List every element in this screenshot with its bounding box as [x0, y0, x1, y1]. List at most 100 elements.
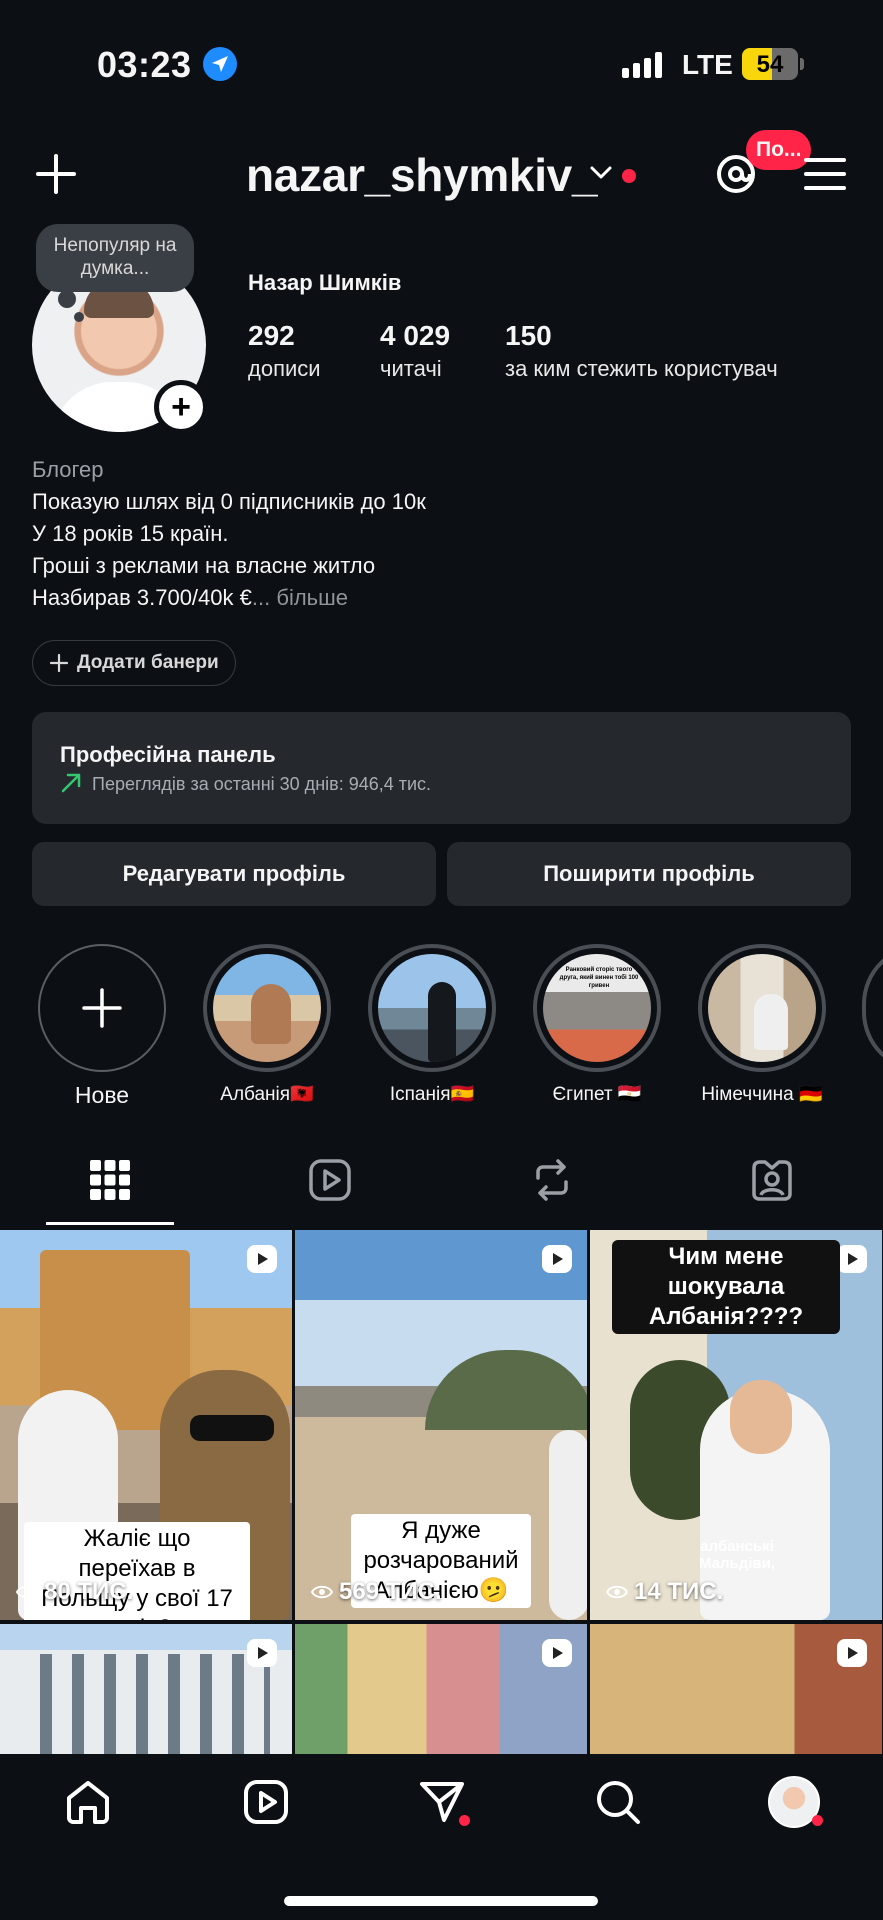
location-arrow-icon — [203, 47, 237, 81]
highlight-label: Албанія🇦🇱 — [220, 1084, 314, 1105]
highlight-albania[interactable]: Албанія🇦🇱 — [202, 944, 332, 1106]
battery-icon: 54 — [742, 48, 798, 80]
highlight-new[interactable]: Нове — [37, 944, 167, 1109]
post-caption: Чим мене шокувала Албанія???? — [612, 1240, 840, 1334]
reels-icon[interactable] — [308, 1158, 352, 1202]
following-count[interactable]: 150 за ким стежить користувач — [505, 320, 778, 382]
highlight-partial-ring[interactable] — [862, 944, 883, 1072]
trend-up-icon — [61, 773, 81, 793]
hamburger-icon[interactable] — [804, 156, 846, 192]
eye-icon — [311, 1585, 333, 1599]
view-count: 14 ТИС. — [606, 1578, 723, 1606]
highlight-spain[interactable]: Іспанія🇪🇸 — [367, 944, 497, 1106]
home-indicator[interactable] — [284, 1896, 598, 1906]
add-story-button[interactable]: + — [154, 380, 208, 434]
status-time: 03:23 — [97, 44, 192, 85]
person-shape — [549, 1430, 587, 1620]
profile-notification-dot — [812, 1815, 823, 1826]
highlight-ring — [368, 944, 496, 1072]
stat-value: 4 029 — [380, 320, 451, 351]
highlight-ring — [203, 944, 331, 1072]
building-windows — [20, 1654, 270, 1754]
reel-indicator-icon — [542, 1639, 572, 1667]
highlight-label: Єгипет 🇪🇬 — [552, 1084, 642, 1105]
cellular-signal-icon — [622, 52, 662, 78]
active-tab-indicator — [46, 1222, 174, 1225]
highlight-label: Німеччина 🇩🇪 — [701, 1084, 823, 1105]
professional-dashboard[interactable]: Професійна панель Переглядів за останні … — [32, 712, 851, 824]
eye-icon — [16, 1585, 38, 1599]
note-bubble-tail-small — [74, 312, 84, 322]
highlight-cover — [378, 954, 486, 1062]
post-tile[interactable]: Чим мене шокувала Албанія???? албанські … — [590, 1230, 882, 1620]
post-tile[interactable] — [590, 1624, 882, 1754]
threads-badge[interactable]: По... — [746, 130, 812, 170]
search-icon[interactable] — [594, 1778, 642, 1826]
reposts-icon[interactable] — [530, 1158, 574, 1202]
stat-label: читачі — [380, 356, 442, 381]
add-banners-label: Додати банери — [77, 652, 219, 673]
post-tile[interactable]: Жаліє що переїхав в Польщу у свої 17 рок… — [0, 1230, 292, 1620]
grid-icon[interactable] — [88, 1158, 132, 1202]
reels-icon[interactable] — [242, 1778, 290, 1826]
person-silhouette — [251, 984, 291, 1044]
post-tile[interactable] — [295, 1624, 587, 1754]
highlight-ring — [698, 944, 826, 1072]
plus-icon — [82, 988, 122, 1028]
view-count: 80 ТИС. — [16, 1578, 133, 1606]
bio-line-last: Назбирав 3.700/40k €... більше — [32, 582, 426, 614]
chevron-down-icon[interactable] — [590, 166, 612, 180]
full-name: Назар Шимків — [248, 270, 402, 295]
note-bubble[interactable]: Непопуляр на думка... — [36, 224, 194, 292]
reel-indicator-icon — [247, 1639, 277, 1667]
bio-more-link[interactable]: більше — [276, 585, 348, 610]
person-silhouette — [428, 982, 456, 1062]
highlight-egypt[interactable]: Ранковий сторіс твого друга, який винен … — [532, 944, 662, 1106]
highlight-ring: Ранковий сторіс твого друга, який винен … — [533, 944, 661, 1072]
person-silhouette — [754, 994, 788, 1050]
battery-tip — [800, 58, 804, 70]
highlight-label: Нове — [74, 1082, 130, 1108]
bio-line: У 18 років 15 країн. — [32, 521, 229, 546]
view-count: 569 ТИС. — [311, 1578, 442, 1606]
bio-ellipsis: ... — [251, 585, 271, 610]
sunglasses — [190, 1415, 274, 1441]
edit-profile-button[interactable]: Редагувати профіль — [32, 842, 436, 906]
status-bar: 03:23 LTE 54 — [0, 0, 883, 130]
bio-line: Назбирав 3.700/40k € — [32, 585, 252, 610]
hill-shape — [425, 1350, 587, 1430]
post-tile[interactable]: Я дуже розчарований Албанією🫤 569 ТИС. — [295, 1230, 587, 1620]
home-icon[interactable] — [64, 1778, 112, 1826]
highlight-germany[interactable]: Німеччина 🇩🇪 — [697, 944, 827, 1106]
stat-value: 292 — [248, 320, 295, 351]
reel-indicator-icon — [837, 1245, 867, 1273]
plus-icon — [49, 653, 69, 673]
story-text: Ранковий сторіс твого друга, який винен … — [559, 967, 639, 989]
new-highlight-circle — [38, 944, 166, 1072]
dashboard-subtitle: Переглядів за останні 30 днів: 946,4 тис… — [92, 774, 432, 794]
add-banners-button[interactable]: Додати банери — [32, 640, 236, 686]
followers-count[interactable]: 4 029 читачі — [380, 320, 450, 382]
tagged-icon[interactable] — [750, 1158, 794, 1202]
battery-level: 54 — [756, 51, 784, 78]
view-count-value: 80 ТИС. — [44, 1578, 134, 1605]
dashboard-title: Професійна панель — [60, 742, 276, 767]
bio: Блогер Показую шлях від 0 підписників до… — [32, 454, 426, 614]
reel-indicator-icon — [837, 1639, 867, 1667]
face-shape — [730, 1380, 792, 1454]
share-profile-button[interactable]: Поширити профіль — [447, 842, 851, 906]
posts-count: 292 дописи — [248, 320, 321, 382]
view-count-value: 569 ТИС. — [339, 1578, 442, 1605]
stat-label: за ким стежить користувач — [505, 356, 778, 381]
bio-line: Гроші з реклами на власне житло — [32, 553, 376, 578]
notification-dot — [622, 169, 636, 183]
post-tile[interactable] — [0, 1624, 292, 1754]
reel-indicator-icon — [542, 1245, 572, 1273]
bio-category: Блогер — [32, 457, 104, 482]
plus-icon[interactable] — [34, 152, 78, 196]
reel-indicator-icon — [247, 1245, 277, 1273]
username[interactable]: nazar_shymkiv_ — [246, 148, 598, 202]
note-bubble-tail — [58, 290, 76, 308]
messages-notification-dot — [459, 1815, 470, 1826]
view-count-value: 14 ТИС. — [634, 1578, 724, 1605]
